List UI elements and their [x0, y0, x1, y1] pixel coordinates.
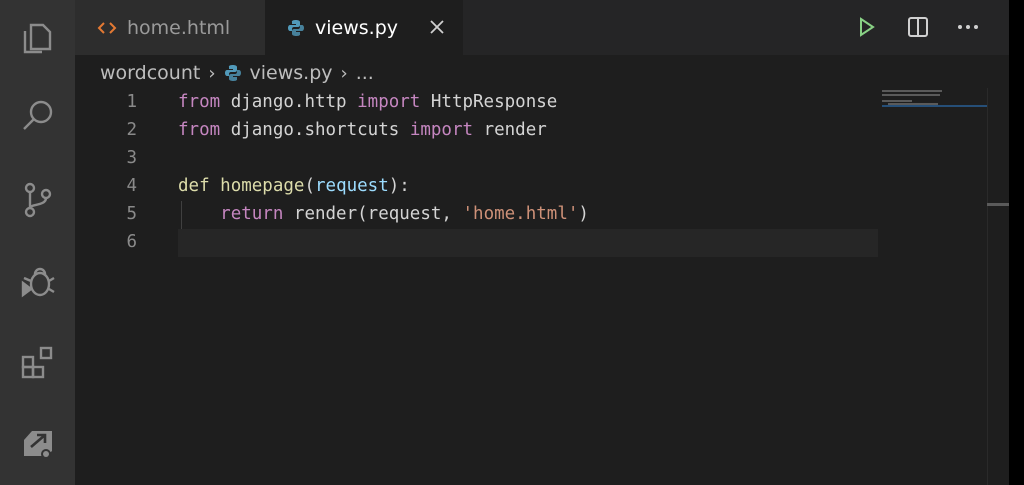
- tab-bar: home.html views.py: [75, 0, 1024, 55]
- vertical-scrollbar[interactable]: [987, 88, 1010, 485]
- breadcrumb: wordcount › views.py › ...: [100, 58, 374, 88]
- code-line[interactable]: 5 return render(request, 'home.html'): [75, 200, 935, 228]
- source-control-icon[interactable]: [0, 170, 75, 230]
- code-text: from django.shortcuts import render: [178, 120, 547, 140]
- line-number: 3: [126, 148, 137, 168]
- breadcrumb-more[interactable]: ...: [356, 62, 374, 84]
- tab-label: home.html: [127, 16, 231, 39]
- tab-views-py[interactable]: views.py: [265, 0, 463, 55]
- code-line[interactable]: 3: [75, 144, 935, 172]
- chevron-right-icon: ›: [340, 62, 348, 84]
- tab-label: views.py: [315, 16, 398, 39]
- debug-icon[interactable]: [0, 252, 75, 312]
- python-icon: [224, 64, 242, 82]
- code-text: return render(request, 'home.html'): [220, 204, 589, 224]
- code-line[interactable]: 6: [75, 228, 935, 256]
- tab-home-html[interactable]: home.html: [75, 0, 265, 55]
- breadcrumb-folder[interactable]: wordcount: [100, 62, 200, 84]
- python-icon: [287, 19, 305, 37]
- chevron-right-icon: ›: [208, 62, 216, 84]
- line-number: 2: [126, 120, 137, 140]
- extensions-icon[interactable]: [0, 332, 75, 392]
- window-edge: [1009, 0, 1024, 485]
- activity-bar: [0, 0, 75, 485]
- code-line[interactable]: 1 from django.http import HttpResponse: [75, 88, 935, 116]
- line-number: 4: [126, 176, 137, 196]
- run-icon[interactable]: [854, 14, 880, 40]
- html-icon: [97, 20, 117, 36]
- line-number: 5: [126, 204, 137, 224]
- scroll-position-marker: [987, 203, 1009, 206]
- more-actions-icon[interactable]: [955, 14, 981, 40]
- code-text: def homepage(request):: [178, 176, 410, 196]
- code-editor[interactable]: 1 from django.http import HttpResponse 2 fr…: [75, 88, 1024, 485]
- explorer-icon[interactable]: [0, 8, 75, 68]
- split-editor-icon[interactable]: [905, 14, 931, 40]
- code-line[interactable]: 4 def homepage(request):: [75, 172, 935, 200]
- remote-icon[interactable]: [0, 412, 75, 472]
- code-line[interactable]: 2 from django.shortcuts import render: [75, 116, 935, 144]
- line-number: 1: [126, 92, 137, 112]
- close-icon[interactable]: [427, 17, 447, 37]
- code-text: from django.http import HttpResponse: [178, 92, 558, 112]
- minimap[interactable]: [882, 88, 987, 118]
- search-icon[interactable]: [0, 86, 75, 146]
- breadcrumb-file[interactable]: views.py: [250, 62, 333, 84]
- line-number: 6: [126, 232, 137, 252]
